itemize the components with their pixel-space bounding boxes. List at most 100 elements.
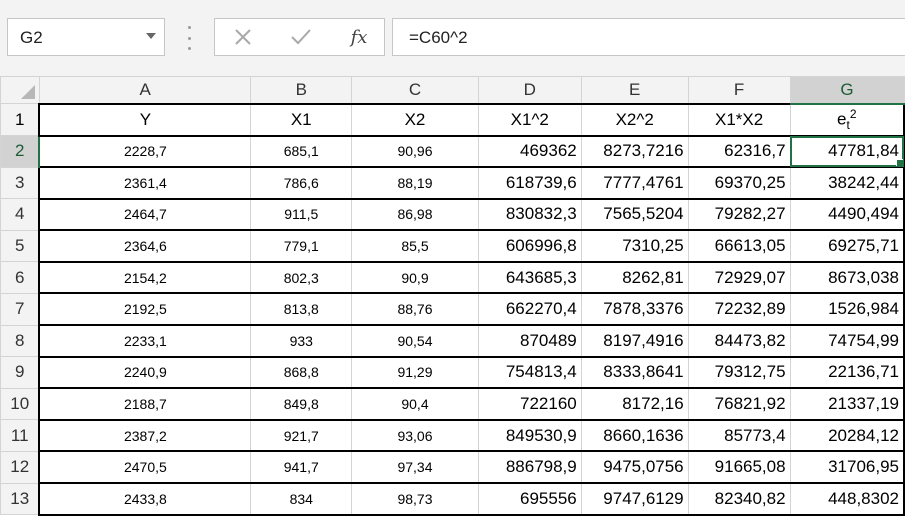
cell-g9[interactable]: 22136,71 — [789, 356, 905, 390]
cell-b6[interactable]: 802,3 — [250, 261, 353, 295]
cell-a6[interactable]: 2154,2 — [38, 261, 252, 295]
cell-c12[interactable]: 97,34 — [351, 450, 479, 485]
cell-c13[interactable]: 98,73 — [351, 482, 479, 516]
cell-g11[interactable]: 20284,12 — [789, 419, 905, 453]
select-all-button[interactable] — [0, 76, 40, 104]
chevron-down-icon[interactable] — [146, 33, 156, 39]
row-header[interactable]: 2 — [0, 135, 41, 168]
cell-a2[interactable]: 2228,7 — [38, 135, 252, 169]
row-header[interactable]: 3 — [0, 166, 40, 200]
cell-a11[interactable]: 2387,2 — [38, 419, 252, 453]
cell-e10[interactable]: 8172,16 — [580, 387, 689, 421]
cell-b10[interactable]: 849,8 — [250, 387, 353, 421]
name-box[interactable]: G2 — [7, 18, 165, 56]
cell-a8[interactable]: 2233,1 — [38, 324, 252, 358]
cell-f12[interactable]: 91665,08 — [687, 450, 791, 485]
row-header[interactable]: 6 — [0, 261, 40, 294]
cell-c7[interactable]: 88,76 — [351, 292, 479, 327]
cell-b12[interactable]: 941,7 — [250, 450, 353, 485]
cell-d2[interactable]: 469362 — [477, 135, 582, 169]
cell-e9[interactable]: 8333,8641 — [580, 356, 689, 390]
cell-g8[interactable]: 74754,99 — [789, 324, 905, 358]
cell-f10[interactable]: 76821,92 — [687, 387, 791, 421]
cell-d5[interactable]: 606996,8 — [477, 229, 582, 263]
cell-b11[interactable]: 921,7 — [250, 419, 353, 453]
formula-input[interactable]: =C60^2 — [392, 18, 905, 56]
cell-f3[interactable]: 69370,25 — [687, 166, 791, 200]
row-header[interactable]: 13 — [0, 482, 40, 516]
cell-b7[interactable]: 813,8 — [250, 292, 353, 327]
cell-d3[interactable]: 618739,6 — [477, 166, 582, 200]
cell-d10[interactable]: 722160 — [477, 387, 582, 421]
cell-g7[interactable]: 1526,984 — [789, 292, 905, 327]
cell-b9[interactable]: 868,8 — [250, 356, 353, 390]
row-header[interactable]: 8 — [0, 324, 40, 358]
cell-g6[interactable]: 8673,038 — [789, 261, 905, 295]
fill-handle[interactable] — [896, 159, 903, 166]
cell-e1[interactable]: X2^2 — [580, 102, 689, 137]
cell-g4[interactable]: 4490,494 — [789, 198, 905, 232]
cell-d4[interactable]: 830832,3 — [477, 198, 582, 232]
row-header[interactable]: 7 — [0, 292, 40, 326]
cell-a4[interactable]: 2464,7 — [38, 198, 252, 232]
cell-e13[interactable]: 9747,6129 — [580, 482, 689, 516]
cell-a13[interactable]: 2433,8 — [38, 482, 252, 516]
row-header[interactable]: 4 — [0, 198, 40, 231]
cell-d7[interactable]: 662270,4 — [477, 292, 582, 327]
cell-c4[interactable]: 86,98 — [351, 198, 479, 232]
cell-b3[interactable]: 786,6 — [250, 166, 353, 200]
cell-b4[interactable]: 911,5 — [250, 198, 353, 232]
cell-e2[interactable]: 8273,7216 — [580, 135, 689, 169]
cell-e12[interactable]: 9475,0756 — [580, 450, 689, 485]
row-header[interactable]: 5 — [0, 229, 40, 263]
cell-c3[interactable]: 88,19 — [351, 166, 479, 200]
cell-a1[interactable]: Y — [38, 102, 252, 137]
check-icon[interactable] — [281, 19, 321, 55]
cell-g10[interactable]: 21337,19 — [789, 387, 905, 421]
cell-g5[interactable]: 69275,71 — [789, 229, 905, 263]
cell-b5[interactable]: 779,1 — [250, 229, 353, 263]
cell-b1[interactable]: X1 — [250, 102, 353, 137]
cell-d8[interactable]: 870489 — [477, 324, 582, 358]
cell-e5[interactable]: 7310,25 — [580, 229, 689, 263]
cell-g2[interactable]: 47781,84 — [789, 135, 905, 169]
cell-f2[interactable]: 62316,7 — [687, 135, 791, 169]
column-header-c[interactable]: C — [351, 76, 479, 104]
cell-d1[interactable]: X1^2 — [477, 102, 582, 137]
cell-e8[interactable]: 8197,4916 — [580, 324, 689, 358]
cell-b8[interactable]: 933 — [250, 324, 353, 358]
row-header[interactable]: 9 — [0, 356, 40, 389]
cell-a3[interactable]: 2361,4 — [38, 166, 252, 200]
row-header[interactable]: 11 — [0, 419, 40, 452]
row-header[interactable]: 10 — [0, 387, 40, 421]
column-header-e[interactable]: E — [580, 76, 689, 104]
cell-d13[interactable]: 695556 — [477, 482, 582, 516]
cell-c9[interactable]: 91,29 — [351, 356, 479, 390]
row-header[interactable]: 12 — [0, 450, 40, 484]
cell-e11[interactable]: 8660,1636 — [580, 419, 689, 453]
cell-d9[interactable]: 754813,4 — [477, 356, 582, 390]
cell-g3[interactable]: 38242,44 — [789, 166, 905, 200]
cell-a12[interactable]: 2470,5 — [38, 450, 252, 485]
column-header-g[interactable]: G — [789, 76, 905, 105]
cell-c10[interactable]: 90,4 — [351, 387, 479, 421]
cell-f11[interactable]: 85773,4 — [687, 419, 791, 453]
cell-a7[interactable]: 2192,5 — [38, 292, 252, 327]
cell-e6[interactable]: 8262,81 — [580, 261, 689, 295]
cell-d11[interactable]: 849530,9 — [477, 419, 582, 453]
cell-g12[interactable]: 31706,95 — [789, 450, 905, 485]
cell-e7[interactable]: 7878,3376 — [580, 292, 689, 327]
cell-a9[interactable]: 2240,9 — [38, 356, 252, 390]
cell-f7[interactable]: 72232,89 — [687, 292, 791, 327]
column-header-a[interactable]: A — [38, 76, 252, 104]
cell-f4[interactable]: 79282,27 — [687, 198, 791, 232]
cell-f6[interactable]: 72929,07 — [687, 261, 791, 295]
insert-function-button[interactable]: fx — [339, 19, 379, 55]
cell-b2[interactable]: 685,1 — [250, 135, 353, 169]
cell-f9[interactable]: 79312,75 — [687, 356, 791, 390]
cell-g1[interactable]: et2 — [789, 102, 905, 137]
cell-c6[interactable]: 90,9 — [351, 261, 479, 295]
cell-c8[interactable]: 90,54 — [351, 324, 479, 358]
cell-c11[interactable]: 93,06 — [351, 419, 479, 453]
column-header-b[interactable]: B — [250, 76, 353, 104]
